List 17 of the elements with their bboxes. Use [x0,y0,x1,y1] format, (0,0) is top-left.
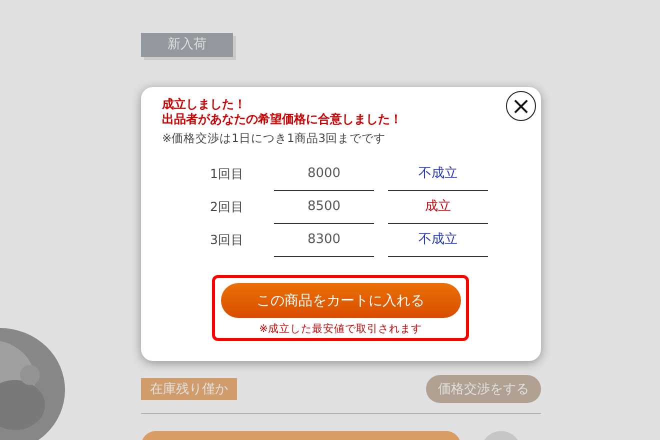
negotiate-button[interactable]: 価格交渉をする [426,375,541,403]
new-arrival-badge: 新入荷 [141,33,233,57]
close-button[interactable]: × [506,91,536,121]
success-message: 成立しました！ 出品者があなたの希望価格に合意しました！ [162,97,403,127]
limit-note: ※価格交渉は1日につき1商品3回までです [162,131,387,146]
result-status: 不成立 [388,158,488,191]
low-stock-tag: 在庫残り僅か [141,378,237,400]
price-value: 8300 [274,224,374,257]
result-status: 不成立 [388,224,488,257]
price-value: 8500 [274,191,374,224]
attempt-label: 1回目 [210,165,245,183]
add-to-cart-button[interactable]: この商品をカートに入れる [220,283,460,318]
result-status: 成立 [388,191,488,224]
price-note: ※成立した最安値で取引されます [259,322,422,336]
price-value: 8000 [274,158,374,191]
attempt-label: 3回目 [210,231,245,249]
attempt-label: 2回目 [210,198,245,216]
